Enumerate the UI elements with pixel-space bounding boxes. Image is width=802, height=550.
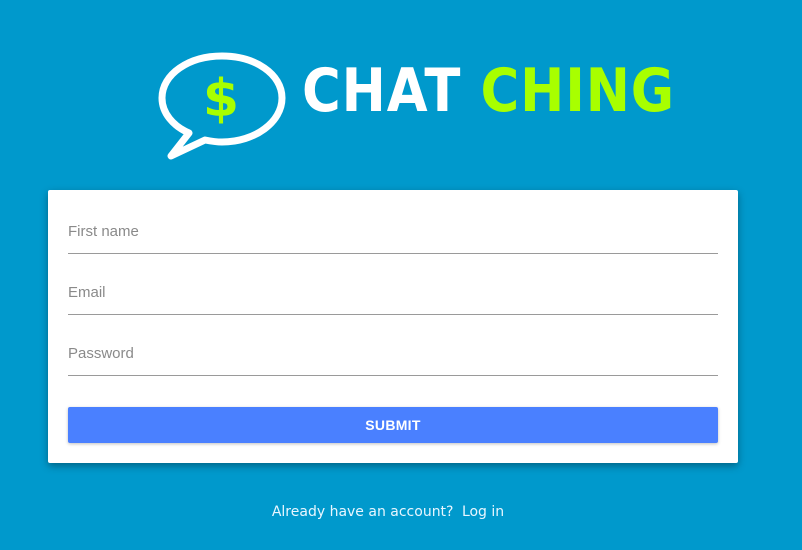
email-input[interactable] xyxy=(68,271,718,315)
password-input[interactable] xyxy=(68,332,718,376)
brand-word-ching: CHING xyxy=(480,56,676,126)
login-prompt: Already have an account? Log in xyxy=(0,504,776,520)
login-link[interactable]: Log in xyxy=(462,504,504,520)
brand-name: CHAT CHING xyxy=(302,56,675,126)
signup-card: SUBMIT xyxy=(48,190,738,463)
first-name-input[interactable] xyxy=(68,210,718,254)
brand-logo: $ CHAT CHING xyxy=(157,50,674,162)
brand-word-chat: CHAT xyxy=(302,56,462,126)
submit-button[interactable]: SUBMIT xyxy=(68,407,718,443)
dollar-sign: $ xyxy=(203,69,239,129)
login-prompt-text: Already have an account? xyxy=(271,504,454,520)
speech-bubble-dollar-icon: $ xyxy=(158,52,286,160)
